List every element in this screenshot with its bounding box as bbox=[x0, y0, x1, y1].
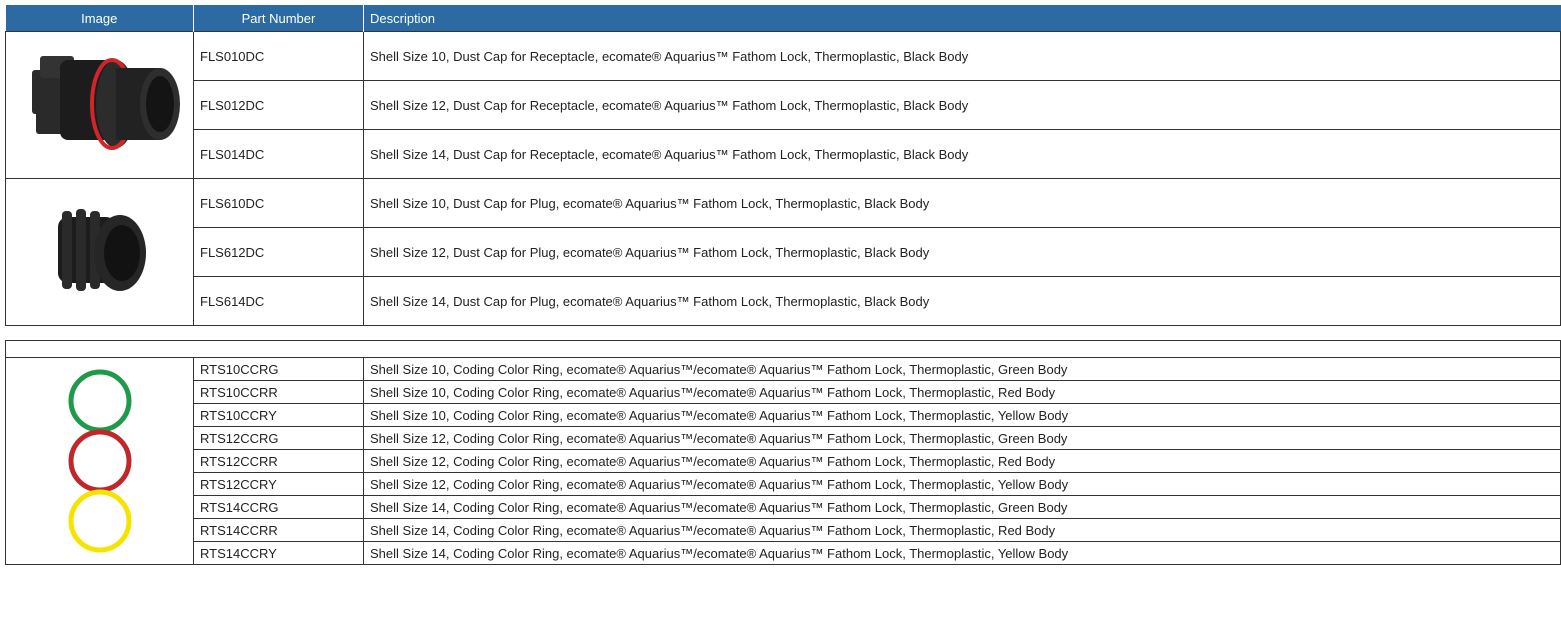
description-cell: Shell Size 12, Coding Color Ring, ecomat… bbox=[362, 426, 1561, 450]
table-row: FLS010DC Shell Size 10, Dust Cap for Rec… bbox=[5, 31, 1561, 179]
part-number-cell: RTS12CCRR bbox=[193, 449, 364, 473]
description-cell: Shell Size 12, Coding Color Ring, ecomat… bbox=[362, 449, 1561, 473]
description-cell: Shell Size 12, Coding Color Ring, ecomat… bbox=[362, 472, 1561, 496]
table-row: FLS012DC Shell Size 12, Dust Cap for Rec… bbox=[6, 80, 1561, 130]
table-row: RTS12CCRR Shell Size 12, Coding Color Ri… bbox=[6, 449, 1561, 473]
table-row: RTS14CCRR Shell Size 14, Coding Color Ri… bbox=[6, 518, 1561, 542]
part-number-cell: RTS12CCRY bbox=[193, 472, 364, 496]
table-row: RTS10CCRR Shell Size 10, Coding Color Ri… bbox=[6, 380, 1561, 404]
part-number-cell: RTS14CCRY bbox=[193, 541, 364, 565]
description-cell: Shell Size 10, Dust Cap for Plug, ecomat… bbox=[363, 178, 1561, 228]
part-number-cell: RTS14CCRG bbox=[193, 495, 364, 519]
part-number-cell: FLS614DC bbox=[193, 276, 364, 326]
description-cell: Shell Size 14, Coding Color Ring, ecomat… bbox=[362, 518, 1561, 542]
table-row: RTS14CCRY Shell Size 14, Coding Color Ri… bbox=[6, 541, 1561, 565]
description-cell: Shell Size 14, Dust Cap for Plug, ecomat… bbox=[363, 276, 1561, 326]
part-number-cell: FLS610DC bbox=[193, 178, 364, 228]
table-row: FLS014DC Shell Size 14, Dust Cap for Rec… bbox=[6, 129, 1561, 179]
table-header-row: Image Part Number Description bbox=[5, 5, 1561, 32]
dust-cap-table: Image Part Number Description FLS010DC S… bbox=[5, 5, 1561, 326]
blank-spacer-row bbox=[4, 340, 1561, 358]
description-cell: Shell Size 10, Coding Color Ring, ecomat… bbox=[362, 380, 1561, 404]
description-cell: Shell Size 12, Dust Cap for Receptacle, … bbox=[363, 80, 1561, 130]
plug-dust-cap-icon bbox=[57, 209, 146, 291]
table-row: RTS12CCRY Shell Size 12, Coding Color Ri… bbox=[6, 472, 1561, 496]
description-cell: Shell Size 14, Coding Color Ring, ecomat… bbox=[362, 495, 1561, 519]
description-cell: Shell Size 12, Dust Cap for Plug, ecomat… bbox=[363, 227, 1561, 277]
plug-dust-cap-image bbox=[5, 178, 194, 326]
table-row: FLS610DC Shell Size 10, Dust Cap for Plu… bbox=[5, 178, 1561, 326]
receptacle-dust-cap-icon bbox=[31, 56, 180, 150]
description-cell: Shell Size 10, Dust Cap for Receptacle, … bbox=[363, 31, 1561, 81]
header-image: Image bbox=[5, 5, 194, 32]
description-cell: Shell Size 10, Coding Color Ring, ecomat… bbox=[362, 403, 1561, 427]
part-number-cell: RTS10CCRY bbox=[193, 403, 364, 427]
coding-rings-image bbox=[5, 357, 194, 565]
part-number-cell: FLS012DC bbox=[193, 80, 364, 130]
table-row: RTS10CCRY Shell Size 10, Coding Color Ri… bbox=[6, 403, 1561, 427]
table-row: RTS12CCRG Shell Size 12, Coding Color Ri… bbox=[6, 426, 1561, 450]
header-part-number: Part Number bbox=[193, 5, 364, 32]
part-number-cell: FLS014DC bbox=[193, 129, 364, 179]
part-number-cell: RTS10CCRG bbox=[193, 357, 364, 381]
part-number-cell: RTS12CCRG bbox=[193, 426, 364, 450]
table-row: RTS14CCRG Shell Size 14, Coding Color Ri… bbox=[6, 495, 1561, 519]
table-row: FLS614DC Shell Size 14, Dust Cap for Plu… bbox=[6, 276, 1561, 326]
part-number-cell: RTS10CCRR bbox=[193, 380, 364, 404]
part-number-cell: RTS14CCRR bbox=[193, 518, 364, 542]
table-row: FLS612DC Shell Size 12, Dust Cap for Plu… bbox=[6, 227, 1561, 277]
description-cell: Shell Size 10, Coding Color Ring, ecomat… bbox=[362, 357, 1561, 381]
part-number-cell: FLS010DC bbox=[193, 31, 364, 81]
receptacle-dust-cap-image bbox=[5, 31, 194, 179]
coding-ring-table: RTS10CCRG Shell Size 10, Coding Color Ri… bbox=[4, 340, 1561, 565]
description-cell: Shell Size 14, Coding Color Ring, ecomat… bbox=[362, 541, 1561, 565]
table-row: RTS10CCRG Shell Size 10, Coding Color Ri… bbox=[5, 357, 1561, 565]
description-cell: Shell Size 14, Dust Cap for Receptacle, … bbox=[363, 129, 1561, 179]
coding-color-rings-icon bbox=[68, 369, 131, 553]
header-description: Description bbox=[363, 5, 1561, 32]
part-number-cell: FLS612DC bbox=[193, 227, 364, 277]
